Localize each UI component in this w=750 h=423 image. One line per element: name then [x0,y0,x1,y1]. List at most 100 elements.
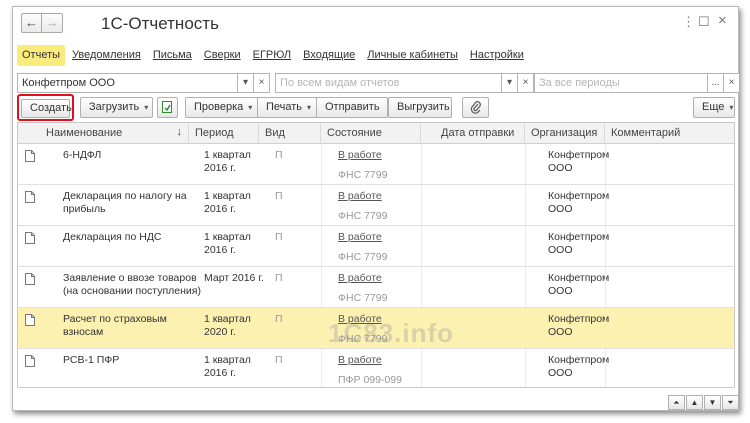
scroll-top-icon: ⏶ [673,398,680,407]
cell-organization: Конфетпром ООО [548,272,609,298]
cell-name: Декларация по налогу на прибыль [63,190,187,216]
report-type-filter[interactable]: По всем видам отчетов [275,73,502,93]
table-row[interactable]: РСВ-1 ПФР 1 квартал 2016 г. П В работе ПФР 09… [18,349,734,387]
cell-line: Конфетпром [548,354,610,366]
state-link[interactable]: В работе [338,149,387,162]
column-divider [605,144,606,184]
state-link[interactable]: В работе [338,272,387,285]
organization-clear-button[interactable]: × [253,73,270,93]
cell-name: Расчет по страховым взносам [63,313,167,339]
cell-period: Март 2016 г. [204,272,264,285]
back-button[interactable]: ← [21,13,42,33]
column-header-kind[interactable]: Вид [259,123,321,144]
cell-line: Конфетпром [548,272,610,284]
column-header-comment[interactable]: Комментарий [605,123,734,144]
title-bar: ← → 1С-Отчетность ⋮ ☐ × [13,7,738,39]
menu-item-egrul[interactable]: ЕГРЮЛ [248,45,296,66]
table-row[interactable]: Заявление о ввозе товаров (на основании п… [18,267,734,308]
column-header-name[interactable]: Наименование ↓ [18,123,189,144]
column-divider [605,308,606,348]
arrow-right-icon: → [45,15,59,30]
menu-item-letters[interactable]: Письма [148,45,197,66]
document-icon [25,355,35,367]
cell-line: 2016 г. [204,162,236,174]
sort-arrow-icon: ↓ [176,126,183,138]
cell-kind: П [275,313,283,325]
scroll-down-icon: ▼ [708,398,717,407]
forward-button[interactable]: → [42,13,63,33]
scroll-down-button[interactable]: ▼ [704,395,721,410]
state-recipient: ФНС 7799 [338,210,388,222]
period-clear-button[interactable]: × [723,73,740,93]
cell-name: Декларация по НДС [63,231,162,244]
state-link[interactable]: В работе [338,354,402,367]
column-divider [421,267,422,307]
cell-line: взносам [63,326,104,338]
column-divider [525,226,526,266]
scroll-up-button[interactable]: ▲ [686,395,703,410]
state-recipient: ФНС 7799 [338,169,388,181]
restore-window-icon[interactable]: ☐ [698,14,710,30]
print-button[interactable]: Печать ▾ [257,97,321,118]
watermark: 1C83.info [328,318,455,348]
cell-line: 2016 г. [204,203,236,215]
cell-line: Конфетпром [548,313,610,325]
report-type-clear-button[interactable]: × [517,73,534,93]
organization-dropdown-button[interactable]: ▾ [237,73,254,93]
more-options-icon[interactable]: ⋮ [682,14,695,30]
menu-item-reports[interactable]: Отчеты [17,45,66,66]
menu-item-reconciliations[interactable]: Сверки [199,45,246,66]
column-header-organization[interactable]: Организация [525,123,605,144]
send-button[interactable]: Отправить [316,97,388,118]
state-recipient: ФНС 7799 [338,292,388,304]
cell-period: 1 квартал 2016 г. [204,190,251,216]
menu-item-notifications[interactable]: Уведомления [67,45,146,66]
cell-kind: П [275,231,283,243]
cell-state: В работе ФНС 7799 [338,231,387,264]
ellipsis-icon: ... [711,77,720,88]
close-window-icon[interactable]: × [718,12,727,29]
load-button[interactable]: Загрузить ▾ [80,97,153,118]
column-header-name-label: Наименование [46,127,123,139]
import-file-button[interactable] [157,97,178,118]
table-row[interactable]: Декларация по НДС 1 квартал 2016 г. П В рабо… [18,226,734,267]
period-select-button[interactable]: ... [707,73,724,93]
cell-line: Декларация по налогу на [63,190,187,202]
chevron-down-icon: ▾ [242,77,249,88]
unload-button[interactable]: Выгрузить [388,97,452,118]
column-divider [421,185,422,225]
table-row[interactable]: 6-НДФЛ 1 квартал 2016 г. П В работе ФНС 7799 К… [18,144,734,185]
menu-item-incoming[interactable]: Входящие [298,45,360,66]
cell-line: 6-НДФЛ [63,149,102,161]
menu-item-personal-accounts[interactable]: Личные кабинеты [362,45,463,66]
cell-organization: Конфетпром ООО [548,190,609,216]
column-divider [605,185,606,225]
table-row[interactable]: Декларация по налогу на прибыль 1 квартал 2… [18,185,734,226]
menu-item-settings[interactable]: Настройки [465,45,529,66]
state-recipient: ПФР 099-099 [338,374,402,386]
check-button[interactable]: Проверка ▾ [185,97,263,118]
period-filter[interactable]: За все периоды [534,73,708,93]
column-header-period[interactable]: Период [189,123,259,144]
column-header-sent-date[interactable]: Дата отправки [421,123,525,144]
column-header-state[interactable]: Состояние [321,123,421,144]
chevron-down-icon: ▾ [729,103,734,112]
cell-line: Март 2016 г. [204,272,264,284]
cell-state: В работе ПФР 099-099 [338,354,402,387]
create-button[interactable]: Создать [21,99,72,118]
check-button-label: Проверка [194,101,244,113]
attach-button[interactable] [462,97,489,118]
scroll-bottom-button[interactable]: ⏷ [722,395,739,410]
cell-organization: Конфетпром ООО [548,231,609,257]
cell-line: 2016 г. [204,367,236,379]
state-link[interactable]: В работе [338,190,387,203]
column-divider [321,144,322,184]
scroll-up-icon: ▲ [690,398,699,407]
organization-filter[interactable]: Конфетпром ООО [17,73,238,93]
column-divider [421,349,422,387]
column-divider [321,185,322,225]
scroll-top-button[interactable]: ⏶ [668,395,685,410]
report-type-dropdown-button[interactable]: ▾ [501,73,518,93]
more-button[interactable]: Еще ▾ [693,97,735,118]
state-link[interactable]: В работе [338,231,387,244]
